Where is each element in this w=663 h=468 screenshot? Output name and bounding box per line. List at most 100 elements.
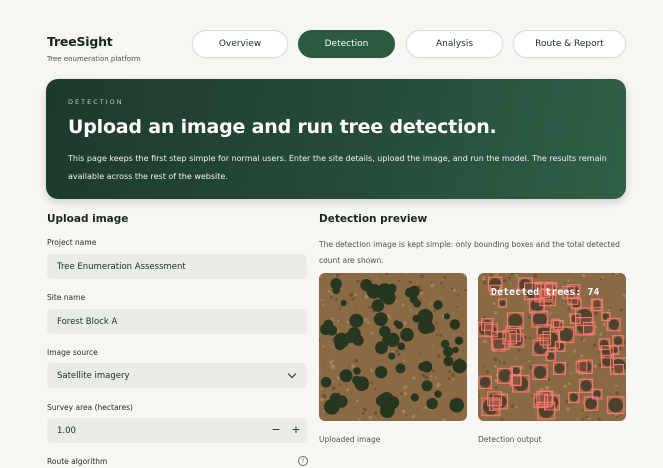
tree-canopy (443, 346, 454, 357)
ground-texture (322, 410, 325, 413)
ground-texture (597, 351, 599, 353)
ground-texture (528, 336, 531, 340)
tree-canopy (349, 313, 364, 328)
tree-canopy (334, 340, 345, 351)
detection-box (568, 391, 580, 404)
detection-box (570, 298, 582, 310)
project-name-input[interactable]: Tree Enumeration Assessment (47, 254, 307, 279)
upload-section-title: Upload image (47, 213, 129, 225)
ground-texture (328, 360, 333, 364)
ground-texture (581, 417, 585, 421)
ground-texture (374, 388, 377, 391)
ground-texture (440, 282, 443, 285)
tree-canopy (452, 346, 459, 354)
ground-texture (592, 281, 594, 283)
ground-texture (418, 352, 420, 355)
ground-texture (419, 360, 422, 362)
ground-texture (511, 404, 514, 408)
ground-texture (320, 397, 324, 402)
ground-texture (528, 365, 532, 369)
ground-texture (534, 411, 536, 413)
image-source-select[interactable]: Satellite imagery (47, 363, 307, 388)
ground-texture (410, 308, 412, 311)
ground-texture (363, 407, 367, 412)
ground-texture (588, 417, 591, 421)
ground-texture (500, 417, 504, 421)
ground-texture (396, 352, 401, 356)
preview-section-title: Detection preview (319, 213, 428, 225)
ground-texture (494, 386, 498, 389)
ground-texture (549, 314, 551, 316)
tree-canopy (449, 319, 461, 330)
help-circle-icon[interactable]: ? (298, 456, 308, 466)
ground-texture (436, 354, 441, 358)
ground-texture (328, 341, 330, 343)
ground-texture (572, 349, 577, 353)
image-source-value: Satellite imagery (57, 370, 130, 381)
ground-texture (485, 370, 490, 374)
ground-texture (338, 307, 342, 311)
tab-analysis[interactable]: Analysis (406, 30, 503, 58)
ground-texture (332, 319, 335, 322)
ground-texture (395, 307, 397, 309)
ground-texture (503, 278, 507, 283)
ground-texture (370, 369, 373, 372)
ground-texture (482, 280, 487, 285)
detection-box (498, 298, 508, 308)
tree-canopy (360, 279, 373, 291)
ground-texture (424, 375, 429, 380)
tree-canopy (377, 283, 393, 299)
tree-canopy (375, 395, 388, 407)
survey-area-stepper[interactable]: 1.00 − + (47, 418, 307, 443)
hero-banner: DETECTION Upload an image and run tree d… (46, 79, 626, 199)
ground-texture (354, 296, 356, 299)
ground-texture (567, 382, 571, 386)
ground-texture (515, 357, 518, 360)
detection-box (613, 364, 624, 375)
detection-box (553, 362, 566, 375)
ground-texture (336, 319, 340, 323)
ground-texture (442, 286, 445, 288)
ground-texture (601, 276, 604, 279)
tree-canopy (421, 380, 433, 392)
tree-canopy (388, 352, 396, 360)
ground-texture (355, 308, 357, 310)
ground-texture (363, 317, 368, 322)
detection-output-caption: Detection output (478, 435, 542, 444)
tab-overview[interactable]: Overview (192, 30, 288, 58)
ground-texture (493, 357, 498, 362)
ground-texture (599, 332, 603, 336)
site-name-input[interactable]: Forest Block A (47, 309, 307, 334)
ground-texture (335, 273, 340, 277)
tree-canopy (335, 395, 348, 408)
tab-detection[interactable]: Detection (298, 30, 395, 58)
increment-button[interactable]: + (289, 422, 303, 438)
ground-texture (411, 414, 415, 418)
tab-route-report[interactable]: Route & Report (513, 30, 626, 58)
detection-box (590, 298, 604, 312)
tree-canopy (413, 299, 422, 308)
detection-box (601, 311, 611, 321)
tree-canopy (434, 390, 442, 398)
ground-texture (403, 391, 408, 396)
ground-texture (555, 392, 557, 394)
ground-texture (335, 298, 338, 301)
decrement-button[interactable]: − (269, 422, 283, 438)
tree-canopy (352, 375, 362, 385)
tree-canopy (395, 363, 406, 374)
ground-texture (416, 408, 418, 410)
ground-texture (408, 280, 412, 284)
survey-area-value: 1.00 (57, 425, 76, 436)
ground-texture (430, 302, 433, 305)
ground-texture (353, 406, 355, 409)
ground-texture (327, 290, 331, 293)
detection-box (609, 345, 620, 355)
ground-texture (415, 283, 418, 285)
app-title: TreeSight (47, 34, 113, 49)
tree-canopy (379, 325, 391, 338)
ground-texture (464, 288, 467, 292)
ground-texture (495, 273, 499, 277)
ground-texture (439, 334, 443, 337)
ground-texture (530, 394, 534, 398)
ground-texture (333, 274, 336, 277)
